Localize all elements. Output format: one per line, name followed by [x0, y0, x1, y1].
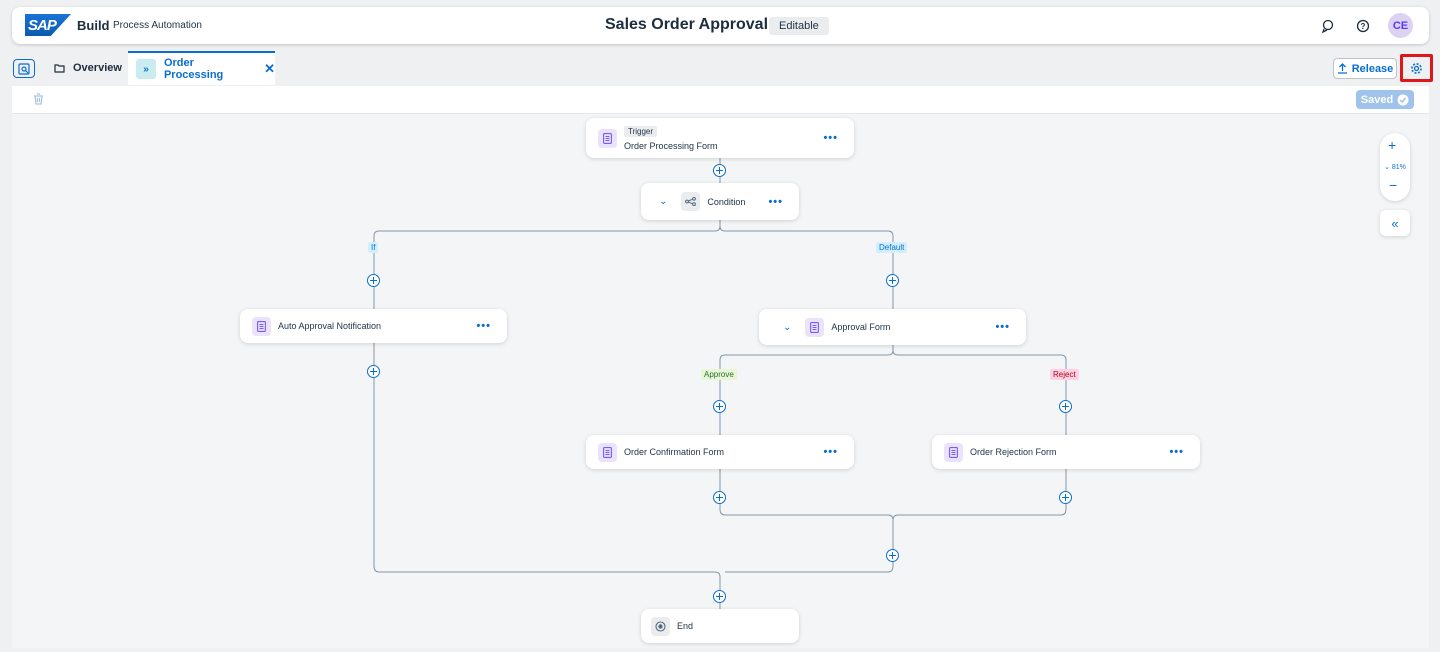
- stop-icon: [651, 616, 670, 636]
- saved-button[interactable]: Saved: [1356, 90, 1414, 109]
- order-rejection-node[interactable]: Order Rejection Form •••: [932, 435, 1200, 469]
- tab-order-processing-label: Order Processing: [163, 57, 224, 81]
- add-step-button[interactable]: [367, 365, 380, 378]
- sap-logo[interactable]: SAP: [25, 14, 71, 36]
- approval-form-node[interactable]: ⌄ Approval Form •••: [759, 309, 1026, 345]
- upload-icon: [1337, 63, 1347, 74]
- process-icon: »: [136, 59, 156, 79]
- form-icon: [252, 316, 271, 336]
- more-icon[interactable]: •••: [823, 446, 838, 458]
- form-icon: [598, 442, 617, 462]
- more-icon[interactable]: •••: [1169, 446, 1184, 458]
- trigger-node[interactable]: Trigger Order Processing Form •••: [586, 118, 854, 158]
- trigger-text: Trigger Order Processing Form: [624, 125, 718, 151]
- zoom-level-select[interactable]: ⌄ 81%: [1380, 163, 1410, 171]
- close-icon[interactable]: ✕: [264, 61, 275, 77]
- chevron-down-icon[interactable]: ⌄: [659, 196, 667, 207]
- shell-bar: SAP Build Process Automation Sales Order…: [12, 7, 1429, 44]
- add-step-button[interactable]: [713, 164, 726, 177]
- editor-toolbar: Saved: [12, 86, 1429, 114]
- trash-icon: [34, 93, 43, 105]
- branch-label-default: Default: [876, 242, 908, 253]
- branch-icon: [681, 192, 701, 211]
- product-name: Build: [77, 18, 110, 33]
- tab-bar: Overview » Order Processing ✕ Release: [0, 51, 1440, 85]
- add-step-button[interactable]: [713, 491, 726, 504]
- more-icon[interactable]: •••: [995, 321, 1010, 333]
- release-label: Release: [1351, 62, 1394, 75]
- search-icon: [18, 62, 30, 75]
- settings-button[interactable]: [1406, 58, 1427, 78]
- auto-approval-node[interactable]: Auto Approval Notification •••: [240, 309, 507, 343]
- order-rejection-label: Order Rejection Form: [970, 447, 1057, 457]
- page-title: Sales Order Approval: [605, 16, 769, 33]
- form-icon: [944, 442, 963, 462]
- saved-label: Saved: [1360, 93, 1394, 106]
- add-step-button[interactable]: [713, 590, 726, 603]
- trigger-chip: Trigger: [624, 125, 658, 137]
- release-button[interactable]: Release: [1333, 58, 1397, 79]
- add-step-button[interactable]: [886, 274, 899, 287]
- tab-overview-label: Overview: [73, 62, 122, 74]
- product-subtitle: Process Automation: [113, 20, 202, 31]
- avatar[interactable]: CE: [1388, 13, 1413, 38]
- gear-icon: [1411, 62, 1422, 74]
- add-step-button[interactable]: [886, 549, 899, 562]
- auto-approval-label: Auto Approval Notification: [278, 321, 382, 331]
- end-label: End: [677, 621, 694, 631]
- folder-icon: [54, 64, 65, 73]
- zoom-level: 81%: [1391, 164, 1406, 171]
- feedback-icon[interactable]: [1317, 15, 1339, 37]
- delete-button[interactable]: [33, 92, 44, 110]
- branch-label-approve: Approve: [701, 369, 737, 380]
- end-node[interactable]: End: [641, 609, 799, 643]
- branch-label-if: If: [368, 242, 379, 253]
- double-chevron-left-icon: «: [1391, 215, 1399, 231]
- svg-text:?: ?: [1361, 22, 1366, 31]
- more-icon[interactable]: •••: [476, 320, 491, 332]
- trigger-label: Order Processing Form: [624, 140, 718, 151]
- branch-label-reject: Reject: [1050, 369, 1079, 380]
- help-icon[interactable]: ?: [1352, 15, 1374, 37]
- add-step-button[interactable]: [713, 400, 726, 413]
- form-icon: [805, 317, 825, 337]
- zoom-in-button[interactable]: +: [1388, 137, 1396, 153]
- chevron-down-icon[interactable]: ⌄: [783, 322, 791, 333]
- status-badge: Editable: [769, 17, 829, 35]
- condition-label: Condition: [707, 196, 746, 207]
- order-confirmation-node[interactable]: Order Confirmation Form •••: [586, 435, 854, 469]
- add-step-button[interactable]: [1059, 400, 1072, 413]
- search-artifact-button[interactable]: [13, 59, 35, 78]
- more-icon[interactable]: •••: [768, 196, 783, 208]
- add-step-button[interactable]: [367, 274, 380, 287]
- zoom-controls: + ⌄ 81% −: [1380, 133, 1410, 201]
- add-step-button[interactable]: [1059, 491, 1072, 504]
- approval-form-label: Approval Form: [831, 322, 891, 332]
- zoom-out-button[interactable]: −: [1389, 177, 1397, 193]
- more-icon[interactable]: •••: [823, 132, 838, 144]
- collapse-panel-button[interactable]: «: [1380, 210, 1410, 236]
- order-confirmation-label: Order Confirmation Form: [624, 447, 725, 457]
- tab-order-processing[interactable]: » Order Processing ✕: [128, 51, 275, 85]
- checkmark-icon: [1397, 94, 1409, 105]
- sap-logo-text: SAP: [28, 17, 57, 34]
- condition-node[interactable]: ⌄ Condition •••: [641, 183, 799, 220]
- tab-overview[interactable]: Overview: [44, 51, 132, 85]
- form-icon: [598, 128, 617, 148]
